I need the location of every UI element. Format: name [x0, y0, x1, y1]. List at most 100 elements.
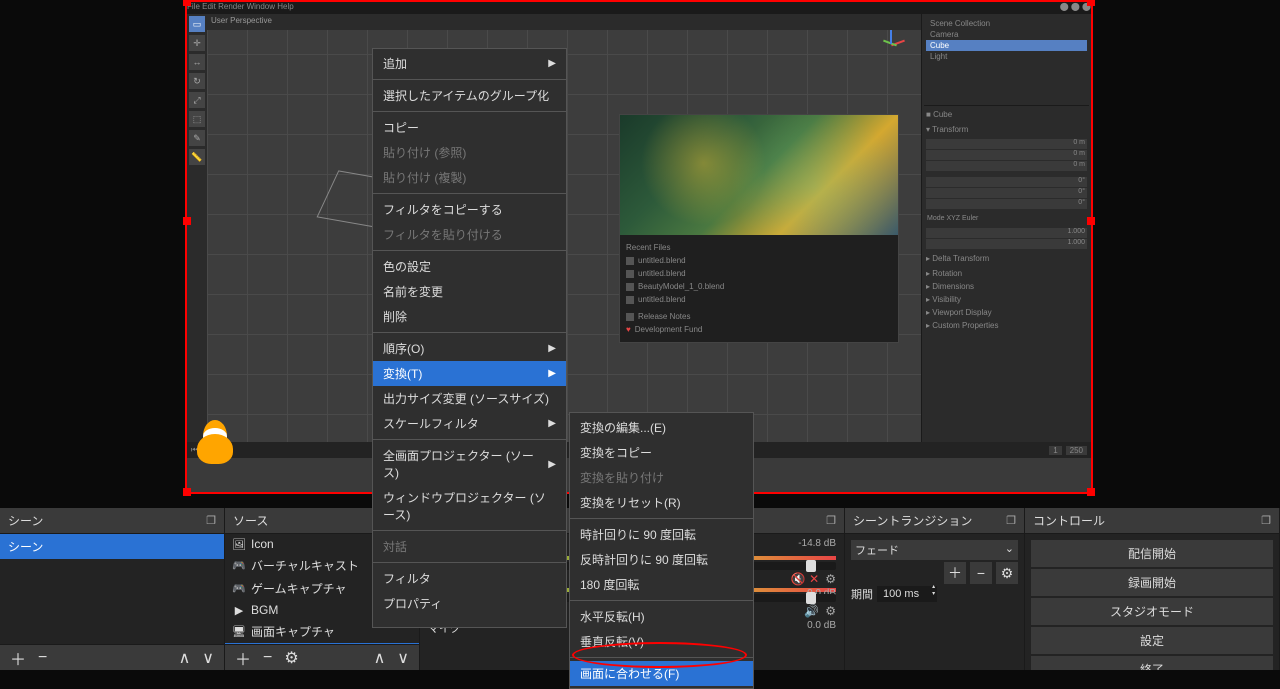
submenu-fit-screen[interactable]: 画面に合わせる(F) [570, 661, 753, 686]
submenu-rotate-ccw[interactable]: 反時計回りに 90 度回転 [570, 547, 753, 572]
remove-source-button[interactable]: − [259, 649, 276, 667]
submenu-paste-transform: 変換を貼り付け [570, 465, 753, 490]
frame-end: 250 [1066, 446, 1087, 455]
track-gear-icon[interactable]: ⚙ [825, 604, 836, 618]
scene-down-button[interactable]: ∨ [198, 648, 218, 668]
remove-scene-button[interactable]: − [34, 649, 51, 667]
add-scene-button[interactable]: ＋ [6, 646, 30, 670]
panel-title: シーントランジション [853, 512, 972, 529]
resize-handle[interactable] [1087, 217, 1095, 225]
detach-icon[interactable]: ❐ [1261, 514, 1271, 527]
menu-color[interactable]: 色の設定 [373, 254, 566, 279]
tool-rotate-icon: ↻ [189, 73, 205, 89]
splash-image [620, 115, 898, 235]
track-gear-icon[interactable]: ⚙ [825, 572, 836, 586]
submenu-copy-transform[interactable]: 変換をコピー [570, 440, 753, 465]
tool-measure-icon: 📏 [189, 149, 205, 165]
chevron-right-icon: ▶ [548, 418, 556, 429]
menu-property[interactable]: プロパティ [373, 591, 566, 616]
menu-scale-filter[interactable]: スケールフィルタ▶ [373, 411, 566, 436]
duration-field[interactable]: 100 ms [877, 586, 937, 602]
menu-transform[interactable]: 変換(T)▶ [373, 361, 566, 386]
submenu-flip-v[interactable]: 垂直反転(V) [570, 629, 753, 654]
menu-fullscreen-projector[interactable]: 全画面プロジェクター (ソース)▶ [373, 443, 566, 485]
menu-output-size[interactable]: 出力サイズ変更 (ソースサイズ) [373, 386, 566, 411]
speaker-icon[interactable]: 🔊 [804, 604, 819, 618]
detach-icon[interactable]: ❐ [206, 514, 216, 527]
display-icon: 🖥 [231, 625, 247, 639]
blender-splash: Recent Files untitled.blend untitled.ble… [619, 114, 899, 343]
resize-handle[interactable] [1087, 488, 1095, 496]
mascot-overlay [191, 420, 241, 464]
blender-toolbar: ▭ ✛ ↔ ↻ ⤢ ⬚ ✎ 📏 [187, 14, 207, 442]
controls-panel: コントロール ❐ 配信開始 録画開始 スタジオモード 設定 終了 [1025, 508, 1280, 670]
blender-topbar: File Edit Render Window Help⬤ ⬤ ⬤ [187, 2, 1091, 14]
scene-up-button[interactable]: ∧ [175, 648, 195, 668]
menu-interact: 対話 [373, 534, 566, 559]
detach-icon[interactable]: ❐ [826, 514, 836, 527]
recent-file: BeautyModel_1_0.blend [638, 282, 724, 291]
tool-annotate-icon: ✎ [189, 130, 205, 146]
gamepad-icon: 🎮 [231, 582, 247, 596]
duration-label: 期間 [851, 586, 873, 602]
menu-add[interactable]: 追加▶ [373, 51, 566, 76]
resize-handle[interactable] [1087, 0, 1095, 6]
transition-select[interactable]: フェード⌄ [851, 540, 1018, 560]
start-recording-button[interactable]: 録画開始 [1031, 569, 1273, 596]
frame-start: 1 [1049, 446, 1061, 455]
submenu-edit-transform[interactable]: 変換の編集...(E) [570, 415, 753, 440]
chevron-right-icon: ▶ [548, 58, 556, 69]
recent-file: untitled.blend [638, 295, 686, 304]
source-down-button[interactable]: ∨ [393, 648, 413, 668]
menu-copy[interactable]: コピー [373, 115, 566, 140]
chevron-right-icon: ▶ [548, 343, 556, 354]
menu-group[interactable]: 選択したアイテムのグループ化 [373, 83, 566, 108]
menu-window-projector[interactable]: ウィンドウプロジェクター (ソース) [373, 485, 566, 527]
transform-submenu: 変換の編集...(E) 変換をコピー 変換を貼り付け 変換をリセット(R) 時計… [569, 412, 754, 689]
outliner-item: Light [926, 51, 1087, 62]
mute-icon[interactable]: 🔇 ✕ [791, 572, 819, 586]
menu-rename[interactable]: 名前を変更 [373, 279, 566, 304]
chevron-right-icon: ▶ [548, 459, 556, 470]
menu-paste-ref: 貼り付け (参照) [373, 140, 566, 165]
menu-delete[interactable]: 削除 [373, 304, 566, 329]
start-streaming-button[interactable]: 配信開始 [1031, 540, 1273, 567]
viewport-label: User Perspective [207, 14, 921, 30]
menu-filter-paste: フィルタを貼り付ける [373, 222, 566, 247]
outliner-item: Camera [926, 29, 1087, 40]
add-transition-button[interactable]: ＋ [944, 562, 966, 584]
context-menu: 追加▶ 選択したアイテムのグループ化 コピー 貼り付け (参照) 貼り付け (複… [372, 48, 567, 628]
add-source-button[interactable]: ＋ [231, 646, 255, 670]
gamepad-icon: 🎮 [231, 559, 247, 573]
tool-move-icon: ↔ [189, 54, 205, 70]
panel-title: シーン [8, 512, 43, 529]
remove-transition-button[interactable]: − [970, 562, 992, 584]
transition-settings-button[interactable]: ⚙ [996, 562, 1018, 584]
tool-select-icon: ▭ [189, 16, 205, 32]
resize-handle[interactable] [183, 488, 191, 496]
blender-sidebar: Scene Collection Camera Cube Light ■ Cub… [921, 14, 1091, 442]
play-icon: ▶ [231, 603, 247, 617]
settings-button[interactable]: 設定 [1031, 627, 1273, 654]
source-settings-button[interactable]: ⚙ [280, 648, 302, 668]
panel-title: コントロール [1033, 512, 1105, 529]
submenu-rotate-cw[interactable]: 時計回りに 90 度回転 [570, 522, 753, 547]
studio-mode-button[interactable]: スタジオモード [1031, 598, 1273, 625]
resize-handle[interactable] [183, 217, 191, 225]
submenu-reset-transform[interactable]: 変換をリセット(R) [570, 490, 753, 515]
detach-icon[interactable]: ❐ [1006, 514, 1016, 527]
source-up-button[interactable]: ∧ [370, 648, 390, 668]
submenu-rotate-180[interactable]: 180 度回転 [570, 572, 753, 597]
track-db: -14.8 dB [798, 538, 836, 549]
menu-order[interactable]: 順序(O)▶ [373, 336, 566, 361]
scene-item[interactable]: シーン [0, 534, 224, 559]
submenu-flip-h[interactable]: 水平反転(H) [570, 604, 753, 629]
menu-filter[interactable]: フィルタ [373, 566, 566, 591]
scenes-panel: シーン ❐ シーン ＋ − ∧ ∨ [0, 508, 225, 670]
exit-button[interactable]: 終了 [1031, 656, 1273, 670]
menu-filter-copy[interactable]: フィルタをコピーする [373, 197, 566, 222]
splash-link: Release Notes [638, 312, 690, 321]
outliner-collection: Scene Collection [926, 18, 1087, 29]
menu-paste-dup: 貼り付け (複製) [373, 165, 566, 190]
resize-handle[interactable] [183, 0, 191, 6]
